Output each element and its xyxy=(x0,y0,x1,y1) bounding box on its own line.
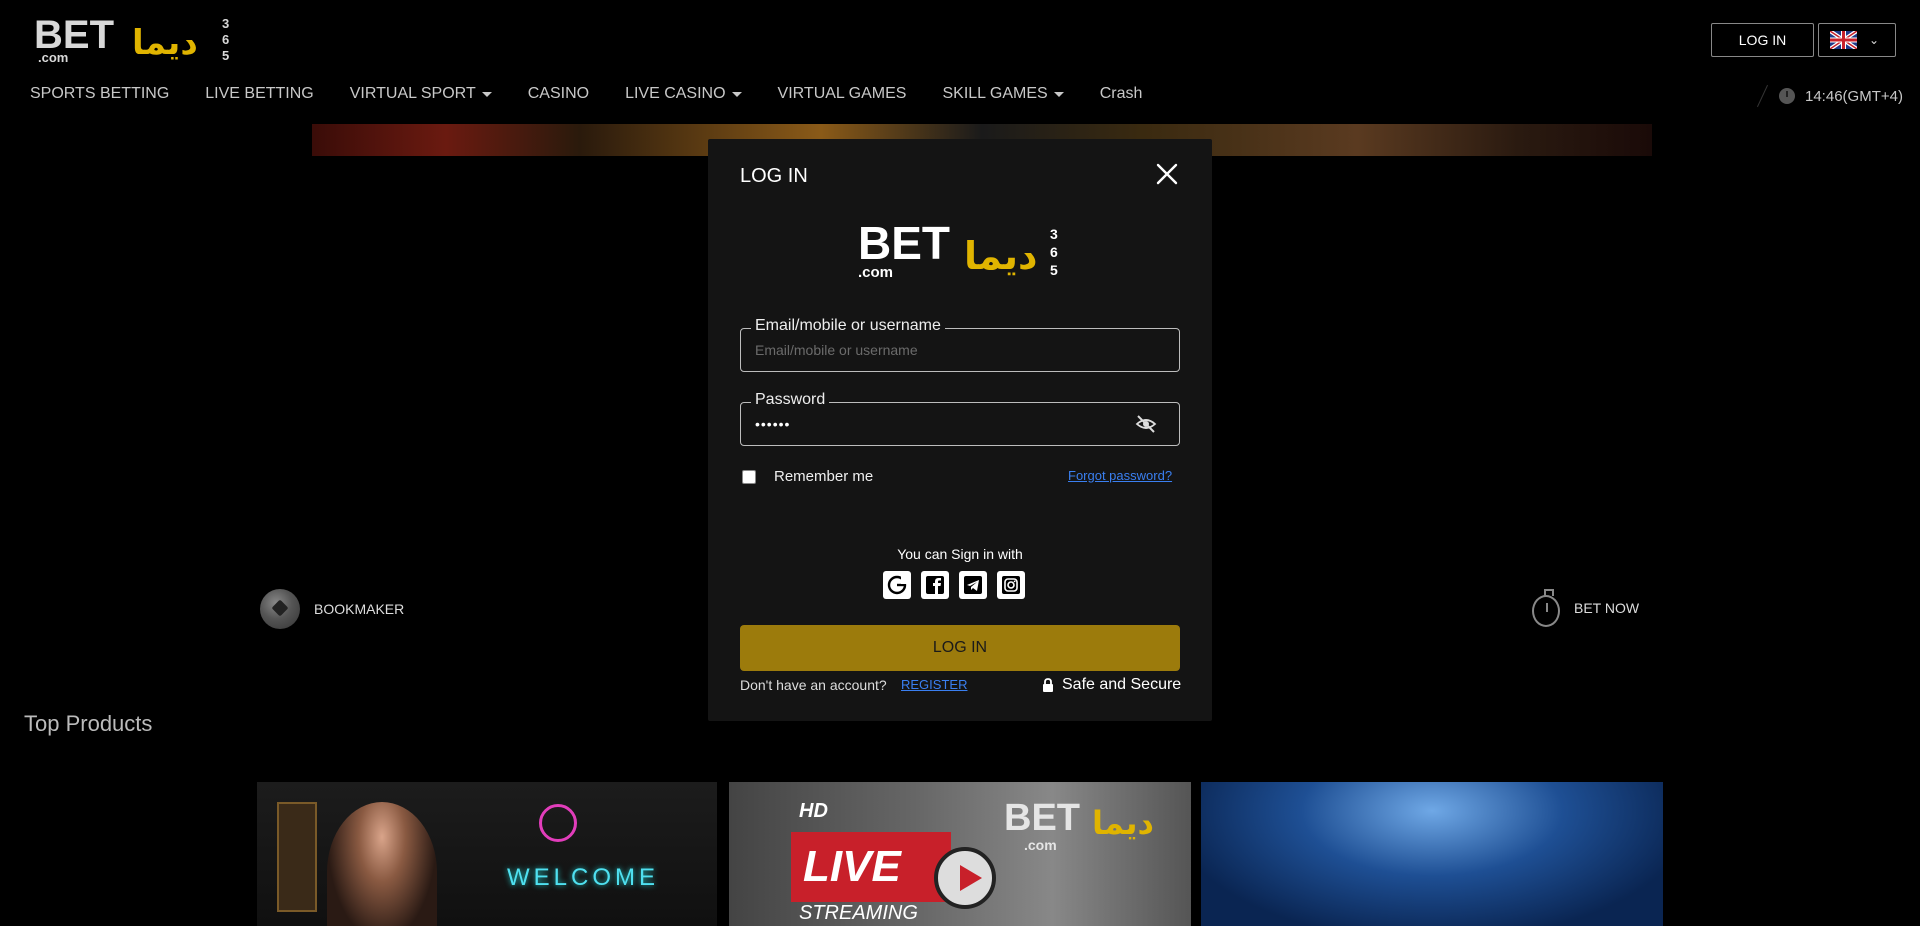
star-sign-icon xyxy=(539,804,577,842)
nav-item-virtual-games[interactable]: VIRTUAL GAMES xyxy=(778,85,907,103)
instagram-icon[interactable] xyxy=(997,571,1025,599)
remember-me: Remember me xyxy=(742,468,873,485)
nav-item-live-betting[interactable]: LIVE BETTING xyxy=(205,85,313,103)
nav-item-skill-games[interactable]: SKILL GAMES xyxy=(942,85,1064,103)
remember-label: Remember me xyxy=(774,468,874,485)
svg-text:5: 5 xyxy=(1050,262,1058,278)
soccer-ball-icon xyxy=(260,589,300,629)
nav-item-label: CASINO xyxy=(527,85,590,102)
email-field: Email/mobile or username xyxy=(740,317,1180,372)
nav-item-label: SKILL GAMES xyxy=(942,85,1048,102)
caret-down-icon xyxy=(1053,91,1064,97)
svg-text:6: 6 xyxy=(222,32,229,47)
nav-item-crash[interactable]: Crash xyxy=(1100,85,1143,103)
product-tile-casino[interactable]: WELCOME xyxy=(257,782,717,926)
language-selector[interactable]: ⌄ xyxy=(1818,23,1896,57)
chevron-down-icon: ⌄ xyxy=(1869,33,1880,47)
svg-text:.com: .com xyxy=(858,264,893,281)
social-signin-buttons xyxy=(883,571,1025,599)
svg-text:3: 3 xyxy=(222,16,229,31)
header-login-button[interactable]: LOG IN xyxy=(1711,23,1814,57)
svg-text:ديما: ديما xyxy=(132,23,198,63)
forgot-password-link[interactable]: Forgot password? xyxy=(1068,468,1172,483)
nav-item-label: SPORTS BETTING xyxy=(30,85,170,102)
hd-badge: HD xyxy=(799,800,828,822)
safe-secure-badge: Safe and Secure xyxy=(1042,676,1181,694)
svg-text:ديما: ديما xyxy=(1092,804,1154,842)
feature-label: BOOKMAKER xyxy=(314,601,405,617)
remember-checkbox[interactable] xyxy=(742,469,756,484)
nav-item-label: LIVE CASINO xyxy=(625,85,726,102)
facebook-icon[interactable] xyxy=(921,571,949,599)
svg-text:ديما: ديما xyxy=(964,234,1038,278)
google-icon[interactable] xyxy=(883,571,911,599)
eye-off-icon[interactable] xyxy=(1135,414,1157,434)
svg-text:.com: .com xyxy=(1024,837,1057,853)
lock-icon xyxy=(1043,678,1053,692)
site-logo[interactable]: BET .com ديما 3 6 5 xyxy=(34,12,244,64)
dealer-image xyxy=(327,802,437,926)
safe-secure-label: Safe and Secure xyxy=(1062,676,1182,693)
site-header: BET .com ديما 3 6 5 SPORTS BETTING LIVE B… xyxy=(0,0,1920,124)
nav-item-live-casino[interactable]: LIVE CASINO xyxy=(625,85,742,103)
feature-label: BET NOW xyxy=(1574,600,1640,616)
email-field-label: Email/mobile or username xyxy=(751,317,945,335)
slot-machine-image xyxy=(277,802,317,912)
close-icon[interactable] xyxy=(1154,161,1180,187)
modal-logo: BET .com ديما 3 6 5 xyxy=(858,221,1058,281)
nav-item-label: Crash xyxy=(1099,85,1143,102)
social-signin-label: You can Sign in with xyxy=(897,546,1023,562)
svg-text:3: 3 xyxy=(1050,226,1058,242)
login-submit-button[interactable]: LOG IN xyxy=(740,625,1180,671)
nav-item-label: VIRTUAL SPORT xyxy=(349,85,476,102)
password-input[interactable] xyxy=(755,414,1135,434)
feature-bookmaker[interactable]: BOOKMAKER xyxy=(260,589,404,629)
divider xyxy=(1756,84,1769,108)
server-clock: 14:46(GMT+4) xyxy=(1756,84,1903,108)
caret-down-icon xyxy=(481,91,492,97)
password-field: Password xyxy=(740,391,1180,446)
product-tile-live-streaming[interactable]: HD LIVE STREAMING BET ديما .com xyxy=(729,782,1191,926)
svg-text:BET: BET xyxy=(1004,797,1080,839)
no-account-text: Don't have an account? xyxy=(740,677,887,693)
clock-time: 14:46(GMT+4) xyxy=(1805,87,1903,105)
clock-icon xyxy=(1779,88,1795,104)
nav-item-virtual-sport[interactable]: VIRTUAL SPORT xyxy=(350,85,492,103)
stopwatch-icon xyxy=(1532,589,1560,627)
password-field-label: Password xyxy=(751,391,830,409)
main-nav: SPORTS BETTING LIVE BETTING VIRTUAL SPORT C… xyxy=(30,84,1178,104)
tile-logo: BET ديما .com xyxy=(1004,797,1154,853)
uk-flag-icon xyxy=(1830,31,1857,49)
nav-item-casino[interactable]: CASINO xyxy=(528,85,589,103)
streaming-label: STREAMING xyxy=(799,902,918,924)
live-badge: LIVE xyxy=(791,832,951,902)
nav-item-sports-betting[interactable]: SPORTS BETTING xyxy=(30,85,169,103)
product-tile-sports[interactable] xyxy=(1201,782,1663,926)
nav-item-label: VIRTUAL GAMES xyxy=(777,85,907,102)
register-link[interactable]: REGISTER xyxy=(901,677,967,692)
caret-down-icon xyxy=(731,91,742,97)
svg-text:6: 6 xyxy=(1050,244,1058,260)
nav-item-label: LIVE BETTING xyxy=(205,85,314,102)
welcome-sign: WELCOME xyxy=(507,864,660,891)
telegram-icon[interactable] xyxy=(959,571,987,599)
section-title: Top Products xyxy=(24,711,153,736)
modal-title: LOG IN xyxy=(740,165,808,187)
email-input[interactable] xyxy=(755,340,1135,360)
svg-text:BET: BET xyxy=(858,221,950,269)
login-modal: LOG IN BET .com ديما 3 6 5 Email/mobile … xyxy=(708,139,1212,721)
svg-text:.com: .com xyxy=(38,50,68,64)
feature-bet-now[interactable]: BET NOW xyxy=(1532,589,1639,627)
play-icon xyxy=(934,847,996,909)
svg-text:5: 5 xyxy=(222,48,229,63)
